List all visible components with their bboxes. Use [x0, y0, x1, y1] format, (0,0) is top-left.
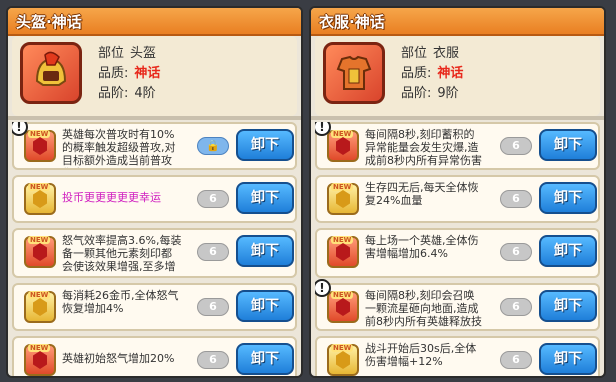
- unequip-button[interactable]: 卸下: [539, 129, 597, 161]
- rune-item: NEW 每上场一个英雄,全体伤害增幅增加6.4% 6 卸下: [315, 228, 600, 278]
- equipment-panel-armor: 衣服·神话 部位 衣服 品质: 神话 品阶: 9阶 NEW ! 每间隔8秒,刻印蓄积的…: [309, 6, 606, 378]
- lock-level-badge[interactable]: 6: [197, 351, 229, 369]
- new-badge: NEW: [28, 130, 51, 138]
- rune-item: NEW 战斗开始后30s后,全体伤害增幅+12% 6 卸下: [315, 336, 600, 376]
- new-badge: NEW: [331, 130, 354, 138]
- rune-list[interactable]: NEW ! 每间隔8秒,刻印蓄积的异常能量会发生灾爆,造成前8秒内所有异常伤害 …: [315, 122, 600, 376]
- rune-gem-icon: NEW: [327, 344, 359, 376]
- unequip-button[interactable]: 卸下: [539, 182, 597, 214]
- armor-icon: [336, 55, 372, 90]
- rune-description: 怒气效率提高3.6%,每装备一颗其他元素刻印都会使该效果增强,至多增强: [62, 234, 182, 274]
- armor-icon: [323, 42, 385, 104]
- lock-level-badge[interactable]: 6: [197, 243, 229, 261]
- equipment-header: 部位 头盔 品质: 神话 品阶: 4阶: [12, 36, 297, 116]
- unequip-button[interactable]: 卸下: [236, 235, 294, 267]
- panel-title: 衣服·神话: [319, 13, 385, 31]
- tier-label: 品阶:: [98, 86, 129, 101]
- panel-title: 头盔·神话: [16, 13, 82, 31]
- new-badge: NEW: [28, 344, 51, 352]
- slot-value: 头盔: [130, 46, 157, 61]
- unequip-button[interactable]: 卸下: [236, 182, 294, 214]
- tier-value: 9阶: [437, 86, 459, 101]
- rune-description: 每间隔8秒,刻印会召唤一颗流星砸向地面,造成前8秒内所有英雄释放技: [365, 289, 482, 328]
- lock-level-badge[interactable]: 6: [197, 298, 229, 316]
- rune-gem-icon: NEW: [327, 183, 359, 215]
- panel-titlebar: 头盔·神话: [8, 8, 301, 36]
- tier-value: 4阶: [134, 86, 156, 101]
- panel-titlebar: 衣服·神话: [311, 8, 604, 36]
- rune-list[interactable]: NEW ! 英雄每次普攻时有10%的概率触发超级普攻,对目标额外造成当前普攻伤害…: [12, 122, 297, 376]
- rune-item: NEW 生存四无后,每天全体恢复24%血量 6 卸下: [315, 175, 600, 223]
- rune-gem-icon: NEW: [24, 291, 56, 323]
- rune-item: NEW ! 英雄每次普攻时有10%的概率触发超级普攻,对目标额外造成当前普攻伤害…: [12, 122, 297, 170]
- new-badge: NEW: [331, 344, 354, 352]
- rune-description: 投币更更更更更幸运: [62, 191, 161, 204]
- rune-gem-icon: NEW: [24, 183, 56, 215]
- rune-gem-icon: NEW: [327, 130, 359, 162]
- helmet-icon: [20, 42, 82, 104]
- rune-gem-icon: NEW: [327, 291, 359, 323]
- rune-item: NEW 英雄初始怒气增加20% 6 卸下: [12, 336, 297, 376]
- quality-label: 品质:: [401, 66, 432, 81]
- slot-label: 部位: [98, 46, 125, 61]
- unequip-button[interactable]: 卸下: [539, 290, 597, 322]
- rune-item: NEW ! 每间隔8秒,刻印蓄积的异常能量会发生灾爆,造成前8秒内所有异常伤害 …: [315, 122, 600, 170]
- rune-item: NEW 投币更更更更更幸运 6 卸下: [12, 175, 297, 223]
- unequip-button[interactable]: 卸下: [539, 343, 597, 375]
- new-badge: NEW: [28, 236, 51, 244]
- rune-description: 生存四无后,每天全体恢复24%血量: [365, 181, 479, 207]
- divider: [8, 116, 301, 120]
- quality-value: 神话: [437, 66, 464, 81]
- lock-level-badge[interactable]: 6: [197, 190, 229, 208]
- equipment-info: 部位 衣服 品质: 神话 品阶: 9阶: [401, 44, 463, 104]
- rune-gem-icon: NEW: [24, 130, 56, 162]
- rune-gem-icon: NEW: [24, 344, 56, 376]
- slot-label: 部位: [401, 46, 428, 61]
- new-badge: NEW: [28, 183, 51, 191]
- new-badge: NEW: [331, 291, 354, 299]
- tier-label: 品阶:: [401, 86, 432, 101]
- slot-value: 衣服: [433, 46, 460, 61]
- rune-description: 英雄每次普攻时有10%的概率触发超级普攻,对目标额外造成当前普攻伤害: [62, 128, 176, 168]
- new-badge: NEW: [28, 291, 51, 299]
- rune-item: NEW ! 每间隔8秒,刻印会召唤一颗流星砸向地面,造成前8秒内所有英雄释放技 …: [315, 279, 600, 331]
- helmet-icon: [35, 51, 67, 86]
- divider: [311, 116, 604, 120]
- lock-level-badge[interactable]: 6: [500, 243, 532, 261]
- rune-description: 每上场一个英雄,全体伤害增幅增加6.4%: [365, 234, 479, 260]
- rune-item: NEW 怒气效率提高3.6%,每装备一颗其他元素刻印都会使该效果增强,至多增强 …: [12, 228, 297, 278]
- rune-description: 英雄初始怒气增加20%: [62, 352, 175, 365]
- lock-icon[interactable]: 🔒: [197, 137, 229, 155]
- unequip-button[interactable]: 卸下: [236, 129, 294, 161]
- equipment-header: 部位 衣服 品质: 神话 品阶: 9阶: [315, 36, 600, 116]
- quality-label: 品质:: [98, 66, 129, 81]
- rune-description: 每消耗26金币,全体怒气恢复增加4%: [62, 289, 179, 315]
- new-badge: NEW: [331, 236, 354, 244]
- equipment-panel-helmet: 头盔·神话 部位 头盔 品质: 神话 品阶: 4阶 NEW ! 英雄每次普攻时有10%…: [6, 6, 303, 378]
- rune-description: 每间隔8秒,刻印蓄积的异常能量会发生灾爆,造成前8秒内所有异常伤害: [365, 128, 482, 167]
- lock-level-badge[interactable]: 6: [500, 351, 532, 369]
- unequip-button[interactable]: 卸下: [539, 235, 597, 267]
- lock-level-badge[interactable]: 6: [500, 137, 532, 155]
- quality-value: 神话: [134, 66, 161, 81]
- rune-gem-icon: NEW: [24, 236, 56, 268]
- equipment-info: 部位 头盔 品质: 神话 品阶: 4阶: [98, 44, 160, 104]
- rune-gem-icon: NEW: [327, 236, 359, 268]
- lock-level-badge[interactable]: 6: [500, 298, 532, 316]
- unequip-button[interactable]: 卸下: [236, 343, 294, 375]
- rune-item: NEW 每消耗26金币,全体怒气恢复增加4% 6 卸下: [12, 283, 297, 331]
- unequip-button[interactable]: 卸下: [236, 290, 294, 322]
- lock-level-badge[interactable]: 6: [500, 190, 532, 208]
- new-badge: NEW: [331, 183, 354, 191]
- rune-description: 战斗开始后30s后,全体伤害增幅+12%: [365, 342, 477, 368]
